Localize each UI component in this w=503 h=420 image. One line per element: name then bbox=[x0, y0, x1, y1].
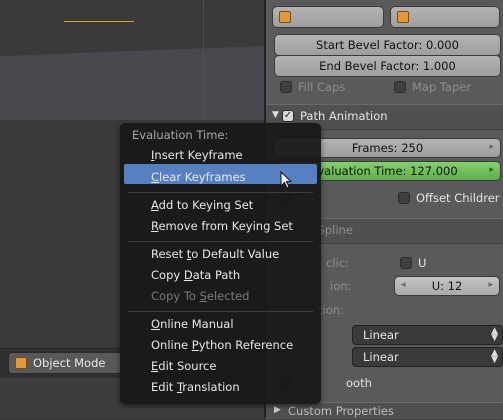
menu-separator bbox=[128, 241, 313, 242]
taper-object-button[interactable] bbox=[272, 6, 384, 28]
checkbox-box bbox=[400, 257, 412, 269]
menu-item-remove-from-keying-set[interactable]: Remove from Keying Set bbox=[151, 219, 293, 233]
object-mode-label: Object Mode bbox=[33, 356, 106, 370]
cyclic-u-label: U bbox=[418, 256, 427, 270]
smooth-label: ooth bbox=[346, 376, 372, 390]
end-bevel-label: End Bevel Factor: 1.000 bbox=[319, 59, 456, 73]
expand-arrow-icon: ▼ bbox=[272, 110, 279, 120]
menu-item-copy-to-selected: Copy To Selected bbox=[151, 289, 250, 303]
arrow-right-icon: ▸ bbox=[489, 165, 494, 175]
object-mode-dropdown[interactable]: Object Mode bbox=[8, 352, 122, 374]
curve-path-line bbox=[64, 21, 134, 22]
menu-title: Evaluation Time: bbox=[132, 128, 229, 142]
up-down-arrows-icon: ▲ ▼ bbox=[491, 326, 498, 343]
custom-properties-label: Custom Properties bbox=[288, 404, 394, 418]
menu-item-reset-to-default[interactable]: Reset to Default Value bbox=[151, 247, 279, 261]
menu-item-add-to-keying-set[interactable]: Add to Keying Set bbox=[151, 198, 253, 212]
path-animation-checkbox[interactable]: ✓ bbox=[282, 110, 294, 122]
custom-properties-header[interactable]: ▶ Custom Properties bbox=[266, 402, 503, 420]
resolution-u-field[interactable]: ◂ U: 12 ▸ bbox=[394, 276, 500, 296]
resolution-label: ion: bbox=[330, 279, 352, 293]
end-bevel-factor-field[interactable]: End Bevel Factor: 1.000 bbox=[274, 55, 501, 77]
offset-children-label: Offset Childrer bbox=[416, 191, 500, 205]
object-cube-icon bbox=[279, 11, 291, 23]
arrow-right-icon: ▸ bbox=[489, 142, 494, 152]
fill-caps-checkbox[interactable]: Fill Caps bbox=[280, 80, 345, 94]
context-menu: Evaluation Time: Insert Keyframe Clear K… bbox=[120, 123, 321, 404]
up-down-arrows-icon: ▲ ▼ bbox=[491, 348, 498, 365]
menu-item-edit-translation[interactable]: Edit Translation bbox=[151, 380, 240, 394]
menu-item-online-manual[interactable]: Online Manual bbox=[151, 317, 234, 331]
interpolation-label: tion: bbox=[318, 303, 344, 317]
menu-item-insert-keyframe[interactable]: Insert Keyframe bbox=[151, 148, 243, 162]
menu-separator bbox=[128, 311, 313, 312]
cyclic-u-checkbox[interactable]: U bbox=[400, 256, 426, 270]
map-taper-checkbox[interactable]: Map Taper bbox=[394, 80, 471, 94]
object-cube-icon bbox=[15, 357, 27, 369]
tilt-interpolation-dropdown[interactable]: Linear ▲ ▼ bbox=[352, 325, 503, 345]
map-taper-label: Map Taper bbox=[412, 80, 472, 94]
fill-caps-label: Fill Caps bbox=[298, 80, 346, 94]
camera-border-line bbox=[203, 0, 204, 120]
radius-interpolation-value: Linear bbox=[363, 350, 399, 364]
menu-item-online-python-reference[interactable]: Online Python Reference bbox=[151, 338, 293, 352]
checkbox-box bbox=[280, 81, 292, 93]
evaluation-time-label: valuation Time: 127.000 bbox=[317, 164, 458, 178]
object-cube-icon bbox=[397, 11, 409, 23]
resolution-value: U: 12 bbox=[431, 279, 463, 293]
expand-arrow-icon: ▶ bbox=[274, 405, 281, 415]
frames-label: Frames: 250 bbox=[351, 141, 424, 155]
radius-interpolation-dropdown[interactable]: Linear ▲ ▼ bbox=[352, 347, 503, 367]
arrow-left-icon: ◂ bbox=[401, 280, 406, 290]
checkbox-box bbox=[398, 192, 410, 204]
bevel-object-button[interactable] bbox=[390, 6, 500, 28]
tilt-interpolation-value: Linear bbox=[363, 328, 399, 342]
arrow-right-icon: ▸ bbox=[488, 280, 493, 290]
mouse-cursor-icon bbox=[280, 171, 293, 189]
cyclic-label: clic: bbox=[326, 256, 349, 270]
start-bevel-factor-field[interactable]: Start Bevel Factor: 0.000 bbox=[274, 34, 501, 56]
viewport-object-surface bbox=[0, 46, 264, 120]
path-animation-label: Path Animation bbox=[300, 109, 388, 123]
menu-separator bbox=[128, 192, 313, 193]
offset-children-checkbox[interactable]: Offset Childrer bbox=[398, 191, 500, 205]
menu-item-copy-data-path[interactable]: Copy Data Path bbox=[151, 268, 240, 282]
menu-item-clear-keyframes[interactable]: Clear Keyframes bbox=[151, 170, 246, 184]
start-bevel-label: Start Bevel Factor: 0.000 bbox=[316, 38, 459, 52]
checkbox-box bbox=[394, 81, 406, 93]
menu-item-edit-source[interactable]: Edit Source bbox=[151, 359, 216, 373]
